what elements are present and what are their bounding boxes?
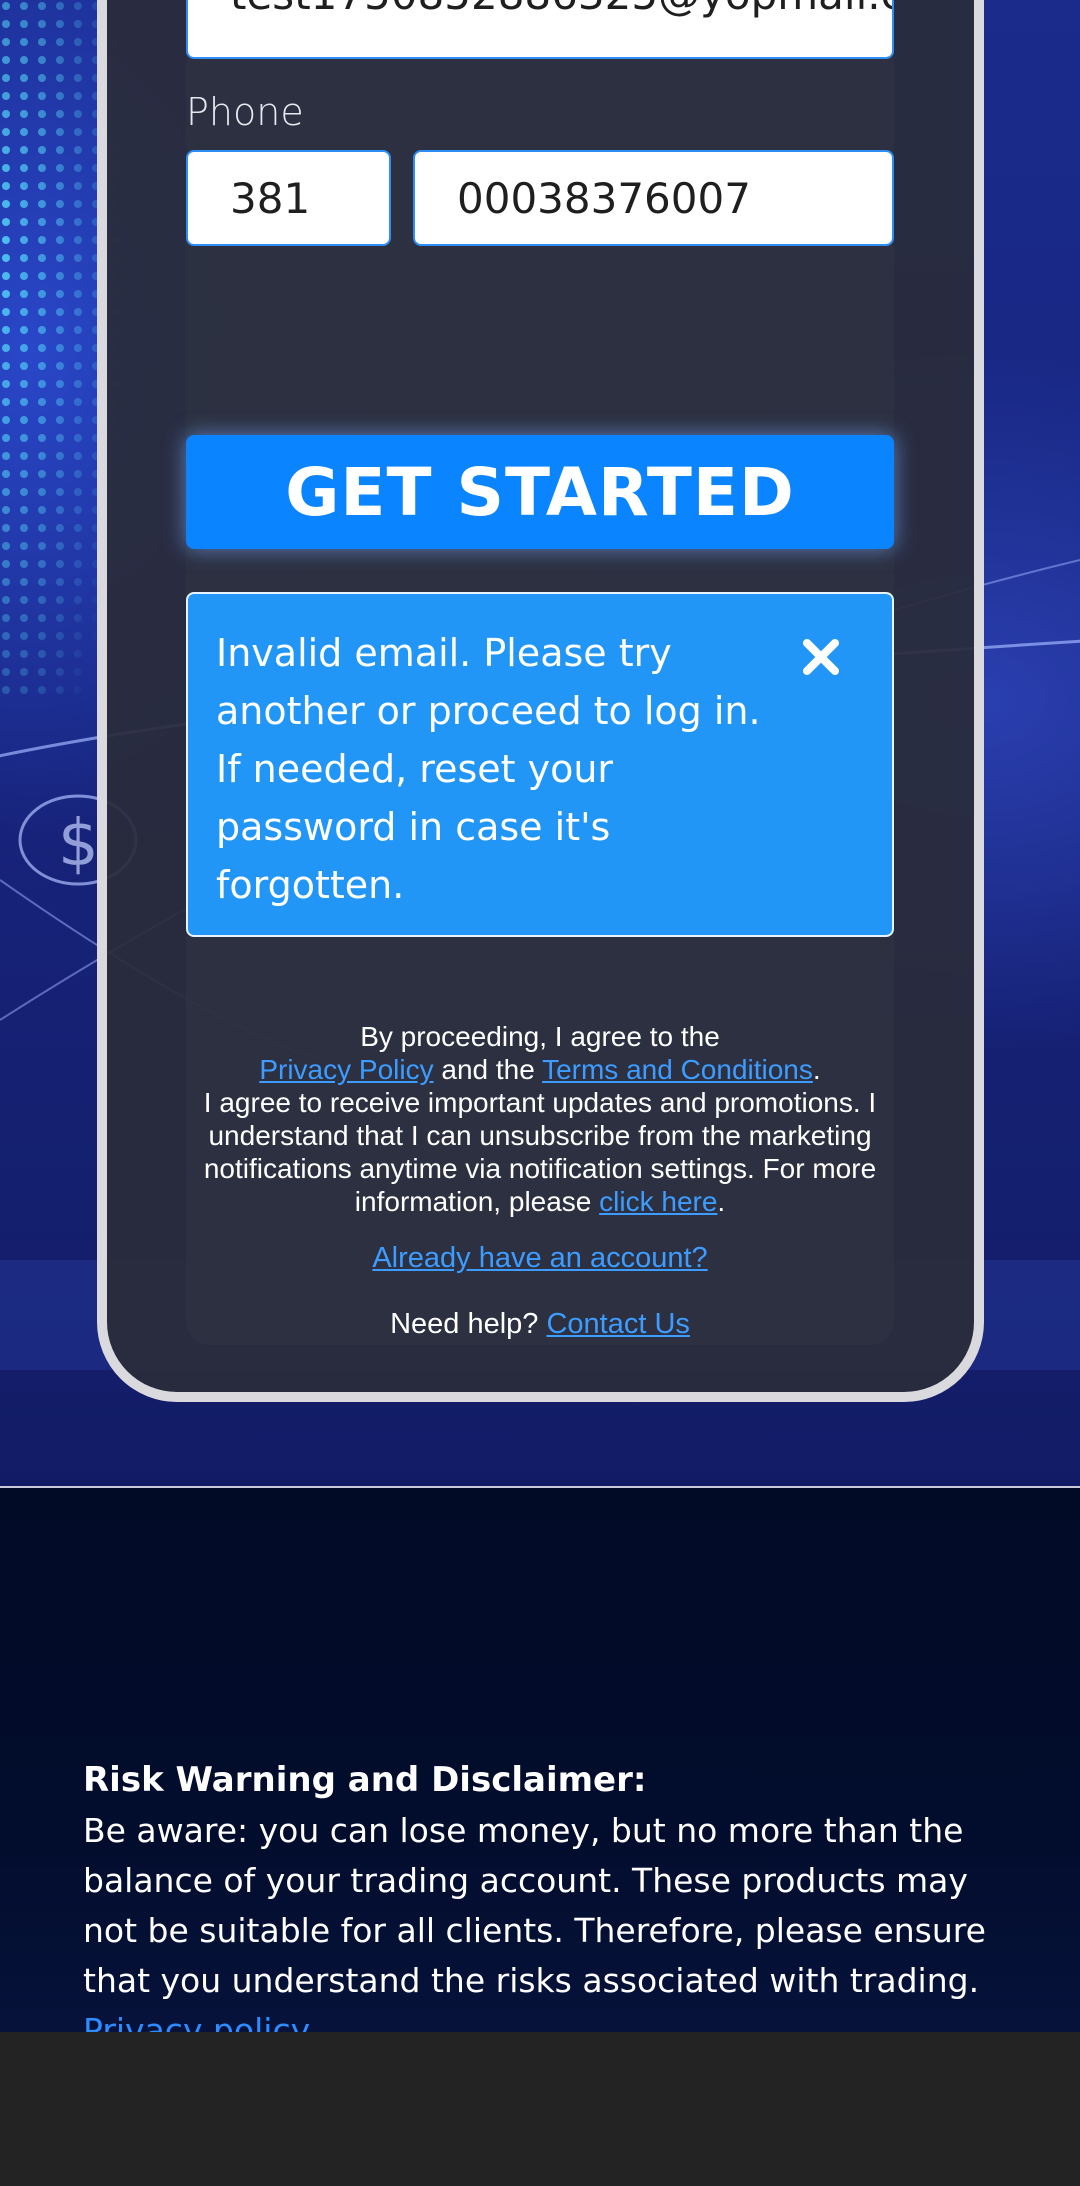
privacy-policy-link[interactable]: Privacy Policy	[259, 1054, 433, 1085]
phone-label: Phone	[186, 90, 304, 134]
phone-number-value: 00038376007	[457, 173, 751, 223]
already-have-account-link[interactable]: Already have an account?	[186, 1242, 894, 1275]
bottom-bar	[0, 2032, 1080, 2186]
need-help: Need help? Contact Us	[186, 1308, 894, 1341]
svg-text:$: $	[58, 807, 99, 881]
marketing-consent-text: I agree to receive important updates and…	[203, 1087, 877, 1217]
marketing-consent: I agree to receive important updates and…	[186, 1086, 894, 1218]
legal-and-the: and the	[433, 1054, 543, 1085]
legal-consent: By proceeding, I agree to the Privacy Po…	[186, 1020, 894, 1218]
phone-code-value: 381	[230, 173, 311, 223]
risk-warning-title: Risk Warning and Disclaimer:	[83, 1760, 647, 1800]
risk-warning-text: Be aware: you can lose money, but no mor…	[83, 1806, 1003, 2056]
legal-links-line: Privacy Policy and the Terms and Conditi…	[186, 1053, 894, 1086]
risk-warning-body: Be aware: you can lose money, but no mor…	[83, 1811, 986, 2000]
legal-intro: By proceeding, I agree to the	[360, 1021, 720, 1052]
alert-message: Invalid email. Please try another or pro…	[216, 631, 761, 907]
close-icon[interactable]	[798, 634, 844, 680]
legal-period-2: .	[717, 1186, 726, 1217]
email-field-value: test1750852886325@yopmail.co	[230, 0, 892, 19]
need-help-text: Need help?	[390, 1308, 547, 1340]
phone-number-input[interactable]: 00038376007	[413, 150, 894, 246]
phone-code-input[interactable]: 381	[186, 150, 391, 246]
contact-us-link[interactable]: Contact Us	[546, 1308, 689, 1340]
terms-link[interactable]: Terms and Conditions	[542, 1054, 813, 1085]
get-started-button[interactable]: GET STARTED	[186, 435, 894, 549]
error-alert: Invalid email. Please try another or pro…	[186, 592, 894, 937]
email-field[interactable]: test1750852886325@yopmail.co	[186, 0, 894, 59]
click-here-link[interactable]: click here	[599, 1186, 717, 1217]
legal-period: .	[812, 1054, 821, 1085]
